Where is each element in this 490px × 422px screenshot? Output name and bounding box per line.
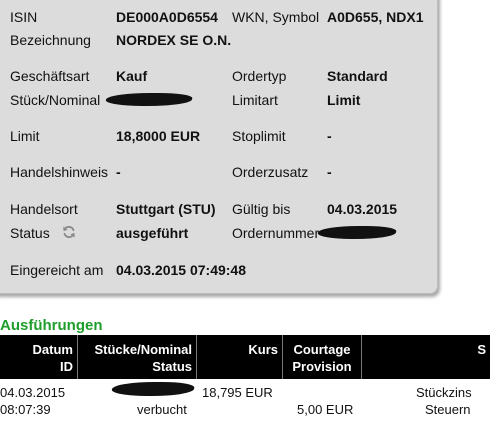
isin-value: DE000A0D6554 — [116, 9, 218, 25]
wkn-label: WKN, Symbol — [232, 9, 320, 25]
geschaeftsart-value: Kauf — [116, 68, 148, 84]
ordertyp-value: Standard — [327, 68, 388, 84]
executions-table-header: Datum ID Stücke/Nominal Status Kurs Cour… — [0, 335, 490, 379]
column-header-kurs-label: Kurs — [248, 342, 278, 357]
bezeichnung-label: Bezeichnung — [10, 32, 91, 48]
column-header-datum-line2: ID — [60, 359, 73, 374]
refresh-icon[interactable] — [61, 224, 77, 240]
handelsort-label: Handelsort — [10, 201, 78, 217]
execution-date: 04.03.2015 — [0, 385, 66, 400]
column-header-courtage-line1: Courtage — [293, 342, 351, 357]
execution-kurs: 18,795 EUR — [202, 385, 273, 400]
limit-value: 18,8000 EUR — [116, 128, 201, 144]
column-header-courtage-line2: Provision — [292, 359, 352, 374]
limitart-label: Limitart — [232, 92, 278, 108]
executions-title: Ausführungen — [0, 317, 103, 334]
column-header-courtage-provision[interactable]: Courtage Provision — [283, 335, 362, 379]
execution-status: verbucht — [137, 402, 187, 417]
column-header-datum[interactable]: Datum ID — [0, 335, 78, 379]
stoplimit-label: Stoplimit — [232, 128, 286, 144]
execution-provision: 5,00 EUR — [297, 402, 354, 417]
order-detail-page: ISIN DE000A0D6554 WKN, Symbol A0D655, ND… — [0, 0, 490, 422]
eingereicht-value: 04.03.2015 07:49:48 — [116, 262, 246, 278]
column-header-costs-label: S — [477, 342, 486, 357]
column-header-costs[interactable]: S — [362, 335, 490, 379]
orderzusatz-value: - — [327, 164, 332, 180]
stoplimit-value: - — [327, 128, 332, 144]
execution-time: 08:07:39 — [0, 402, 51, 417]
limit-label: Limit — [10, 128, 40, 144]
status-label: Status — [10, 225, 50, 241]
column-header-stueck-status[interactable]: Stücke/Nominal Status — [78, 335, 197, 379]
gueltig-bis-label: Gültig bis — [232, 201, 291, 217]
column-header-kurs[interactable]: Kurs — [197, 335, 283, 379]
stueck-nominal-label: Stück/Nominal — [10, 92, 101, 108]
orderzusatz-label: Orderzusatz — [232, 164, 309, 180]
execution-steuern-label: Steuern — [425, 402, 471, 417]
column-header-datum-line1: Datum — [32, 342, 73, 357]
bezeichnung-value: NORDEX SE O.N. — [116, 32, 232, 48]
eingereicht-label: Eingereicht am — [10, 262, 104, 278]
wkn-value: A0D655, NDX1 — [327, 9, 424, 25]
execution-stueck-redaction — [110, 382, 196, 396]
column-header-stueck-line1: Stücke/Nominal — [94, 342, 192, 357]
ordernummer-label: Ordernummer — [232, 225, 320, 241]
limitart-value: Limit — [327, 92, 361, 108]
handelsort-value: Stuttgart (STU) — [116, 201, 216, 217]
execution-stueckzins-label: Stückzins — [416, 385, 472, 400]
handelshinweis-value: - — [116, 164, 121, 180]
status-value: ausgeführt — [116, 225, 189, 241]
ordertyp-label: Ordertyp — [232, 68, 287, 84]
gueltig-bis-value: 04.03.2015 — [327, 201, 398, 217]
column-header-stueck-line2: Status — [152, 359, 192, 374]
isin-label: ISIN — [10, 9, 38, 25]
handelshinweis-label: Handelshinweis — [10, 164, 109, 180]
geschaeftsart-label: Geschäftsart — [10, 68, 90, 84]
